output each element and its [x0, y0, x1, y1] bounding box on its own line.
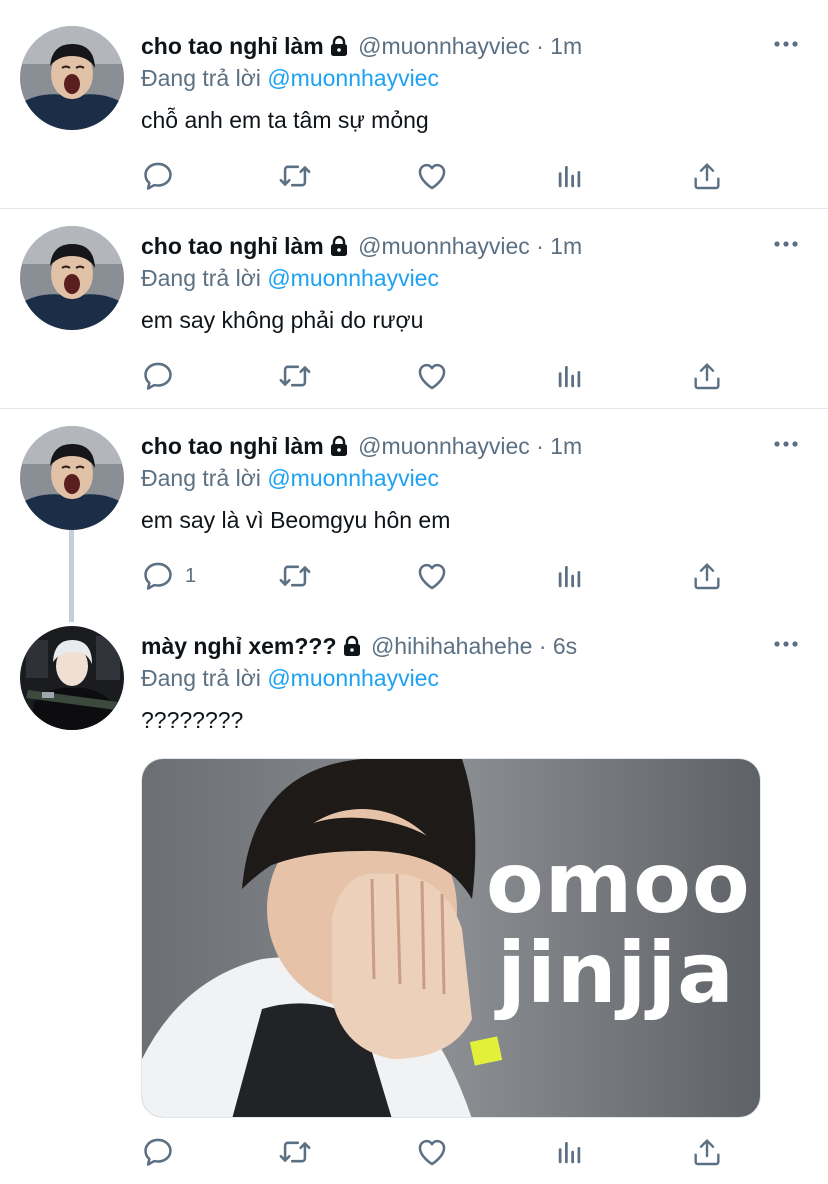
replying-to: Đang trả lời @muonnhayviec: [141, 463, 439, 493]
avatar[interactable]: [20, 26, 124, 130]
separator: ·: [538, 633, 547, 659]
retweet-icon: [277, 559, 313, 593]
tweet-actions: [141, 1132, 741, 1172]
analytics-icon: [555, 361, 585, 391]
retweet-icon: [277, 359, 313, 393]
share-button[interactable]: [691, 1132, 723, 1172]
like-button[interactable]: [415, 356, 449, 396]
tweet-actions: 1: [141, 556, 741, 596]
user-handle[interactable]: @muonnhayviec: [358, 433, 530, 459]
tweet-header: cho tao nghỉ làm @muonnhayviec · 1m: [141, 430, 582, 462]
lock-icon: [328, 233, 350, 265]
separator: ·: [536, 33, 544, 59]
lock-icon: [328, 433, 350, 465]
avatar[interactable]: [20, 226, 124, 330]
replying-label: Đang trả lời: [141, 465, 261, 491]
tweet-header: cho tao nghỉ làm @muonnhayviec · 1m: [141, 230, 582, 262]
reply-count: 1: [185, 564, 197, 587]
analytics-button[interactable]: [555, 156, 585, 196]
analytics-icon: [555, 1137, 585, 1167]
meme-caption-line1: omoo: [486, 834, 751, 932]
like-button[interactable]: [415, 156, 449, 196]
replying-label: Đang trả lời: [141, 265, 261, 291]
tweet-media-image[interactable]: omoo jinjja: [141, 758, 761, 1118]
avatar[interactable]: [20, 626, 124, 730]
tweet-text: ????????: [141, 707, 244, 733]
like-icon: [415, 159, 449, 193]
more-icon[interactable]: [772, 233, 800, 255]
separator: ·: [536, 433, 544, 459]
display-name[interactable]: cho tao nghỉ làm: [141, 33, 324, 59]
reply-button[interactable]: [141, 356, 185, 396]
user-handle[interactable]: @muonnhayviec: [358, 33, 530, 59]
retweet-button[interactable]: [277, 556, 313, 596]
analytics-icon: [555, 161, 585, 191]
share-button[interactable]: [691, 356, 723, 396]
share-icon: [691, 360, 723, 392]
more-icon[interactable]: [772, 33, 800, 55]
tweet-header: mày nghỉ xem??? @hihihahahehe · 6s: [141, 630, 577, 662]
replying-to: Đang trả lời @muonnhayviec: [141, 63, 439, 93]
display-name[interactable]: cho tao nghỉ làm: [141, 433, 324, 459]
like-button[interactable]: [415, 556, 449, 596]
analytics-button[interactable]: [555, 556, 585, 596]
tweet-text: em say là vì Beomgyu hôn em: [141, 507, 451, 533]
reply-button[interactable]: 1: [141, 556, 196, 596]
reply-button[interactable]: [141, 1132, 185, 1172]
tweet-actions: [141, 356, 741, 396]
share-button[interactable]: [691, 556, 723, 596]
share-icon: [691, 1136, 723, 1168]
avatar[interactable]: [20, 426, 124, 530]
retweet-icon: [277, 1135, 313, 1169]
lock-icon: [328, 33, 350, 65]
replying-label: Đang trả lời: [141, 665, 261, 691]
tweet-text: em say không phải do rượu: [141, 307, 424, 333]
retweet-button[interactable]: [277, 156, 313, 196]
share-button[interactable]: [691, 156, 723, 196]
mention-link[interactable]: @muonnhayviec: [267, 65, 439, 91]
tweet[interactable]: cho tao nghỉ làm @muonnhayviec · 1m Đang…: [0, 400, 828, 620]
timestamp[interactable]: 1m: [550, 433, 582, 459]
retweet-button[interactable]: [277, 1132, 313, 1172]
like-icon: [415, 559, 449, 593]
tweet-text: chỗ anh em ta tâm sự mỏng: [141, 107, 429, 133]
timestamp[interactable]: 6s: [553, 633, 577, 659]
tweet-header: cho tao nghỉ làm @muonnhayviec · 1m: [141, 30, 582, 62]
user-handle[interactable]: @muonnhayviec: [358, 233, 530, 259]
lock-icon: [341, 633, 363, 665]
reply-icon: [141, 359, 175, 393]
replying-to: Đang trả lời @muonnhayviec: [141, 663, 439, 693]
analytics-button[interactable]: [555, 356, 585, 396]
timestamp[interactable]: 1m: [550, 33, 582, 59]
mention-link[interactable]: @muonnhayviec: [267, 265, 439, 291]
mention-link[interactable]: @muonnhayviec: [267, 665, 439, 691]
tweet-actions: [141, 156, 741, 196]
tweet[interactable]: cho tao nghỉ làm @muonnhayviec · 1m Đang…: [0, 200, 828, 408]
share-icon: [691, 560, 723, 592]
reply-button[interactable]: [141, 156, 185, 196]
meme-caption-line2: jinjja: [497, 924, 735, 1022]
tweet[interactable]: cho tao nghỉ làm @muonnhayviec · 1m Đang…: [0, 0, 828, 208]
more-icon[interactable]: [772, 433, 800, 455]
mention-link[interactable]: @muonnhayviec: [267, 465, 439, 491]
analytics-icon: [555, 561, 585, 591]
reply-icon: [141, 559, 175, 593]
share-icon: [691, 160, 723, 192]
replying-label: Đang trả lời: [141, 65, 261, 91]
reply-icon: [141, 159, 175, 193]
more-icon[interactable]: [772, 633, 800, 655]
like-icon: [415, 1135, 449, 1169]
like-icon: [415, 359, 449, 393]
display-name[interactable]: cho tao nghỉ làm: [141, 233, 324, 259]
replying-to: Đang trả lời @muonnhayviec: [141, 263, 439, 293]
timestamp[interactable]: 1m: [550, 233, 582, 259]
reply-icon: [141, 1135, 175, 1169]
like-button[interactable]: [415, 1132, 449, 1172]
user-handle[interactable]: @hihihahahehe: [371, 633, 532, 659]
retweet-button[interactable]: [277, 356, 313, 396]
analytics-button[interactable]: [555, 1132, 585, 1172]
separator: ·: [536, 233, 544, 259]
retweet-icon: [277, 159, 313, 193]
display-name[interactable]: mày nghỉ xem???: [141, 633, 337, 659]
